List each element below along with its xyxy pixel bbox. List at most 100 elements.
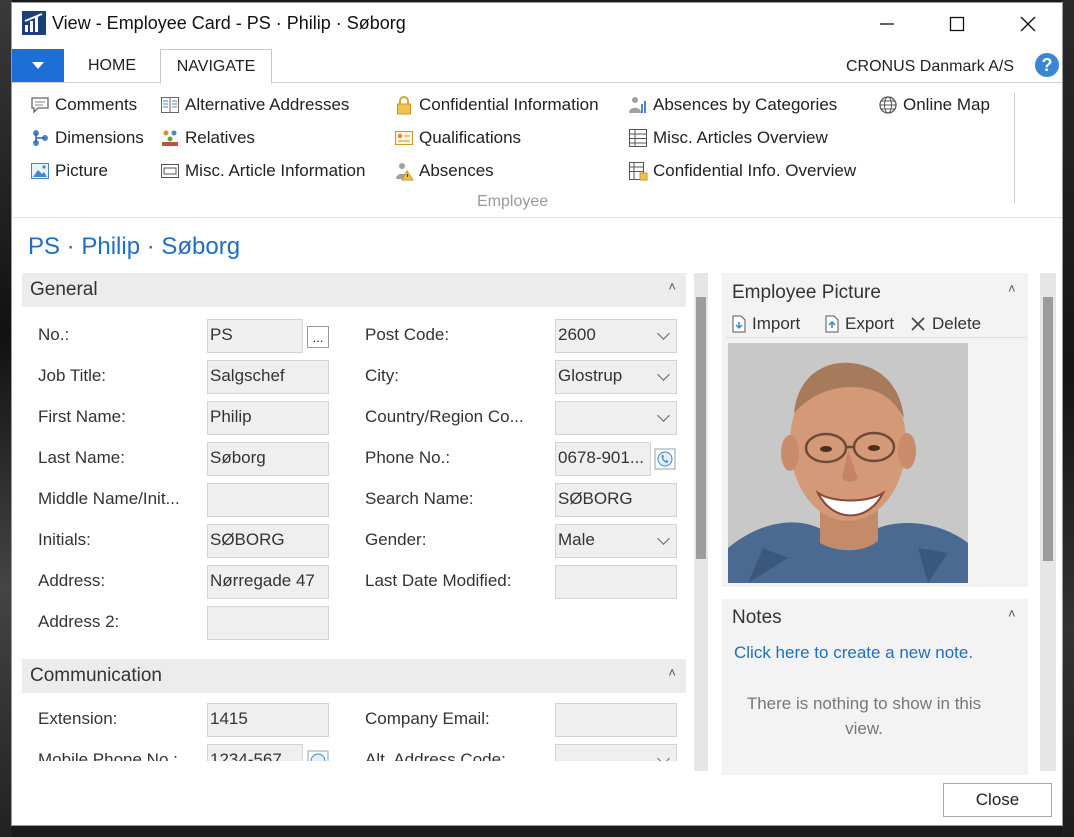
city-field[interactable]: Glostrup	[555, 360, 677, 394]
post-code-field[interactable]: 2600	[555, 319, 677, 353]
country-label: Country/Region Co...	[365, 407, 524, 426]
chevron-down-icon[interactable]	[657, 752, 670, 761]
tab-navigate[interactable]: NAVIGATE	[160, 49, 272, 84]
export-button[interactable]: Export	[823, 314, 894, 334]
gender-label: Gender:	[365, 530, 427, 549]
middle-name-label: Middle Name/Init...	[38, 489, 180, 508]
ribbon-misc-article-information[interactable]: Misc. Article Information	[160, 159, 365, 183]
ribbon-picture[interactable]: Picture	[30, 159, 108, 183]
ribbon-navigate: Comments Dimensions Picture Alternative …	[12, 83, 1062, 218]
communication-section-header[interactable]: Communication ˄	[22, 659, 686, 693]
chevron-down-icon[interactable]	[657, 327, 670, 340]
ribbon-absences[interactable]: Absences	[394, 159, 494, 183]
chevron-down-icon[interactable]	[657, 368, 670, 381]
ribbon-absences-by-categories-label: Absences by Categories	[653, 95, 838, 114]
ribbon-absences-label: Absences	[419, 161, 494, 180]
factbox-scrollbar[interactable]	[1040, 273, 1056, 771]
ribbon-group-label: Employee	[477, 193, 549, 210]
ribbon-absences-by-categories[interactable]: Absences by Categories	[628, 93, 837, 117]
company-email-field[interactable]	[555, 703, 677, 737]
close-button[interactable]: Close	[943, 783, 1052, 817]
create-note-link[interactable]: Click here to create a new note.	[734, 643, 973, 663]
ribbon-confidential-information-label: Confidential Information	[419, 95, 599, 114]
initials-label: Initials:	[38, 530, 91, 549]
maximize-button[interactable]	[934, 3, 980, 45]
absence-person-icon	[396, 163, 414, 181]
no-assist-button[interactable]: ...	[307, 326, 329, 348]
close-window-button[interactable]	[1005, 3, 1051, 45]
ribbon-online-map[interactable]: Online Map	[878, 93, 990, 117]
chevron-down-icon[interactable]	[657, 409, 670, 422]
gender-field[interactable]: Male	[555, 524, 677, 558]
collapse-icon[interactable]: ˄	[668, 665, 676, 680]
help-icon[interactable]: ?	[1035, 53, 1059, 77]
post-code-value: 2600	[558, 325, 596, 344]
page-title: PS · Philip · Søborg	[28, 233, 241, 260]
ribbon-relatives[interactable]: Relatives	[160, 126, 255, 150]
factbox-scrollbar-thumb[interactable]	[1043, 297, 1053, 561]
company-email-label: Company Email:	[365, 709, 490, 728]
last-date-modified-field	[555, 565, 677, 599]
dimensions-icon	[33, 130, 48, 146]
job-title-label: Job Title:	[38, 366, 107, 385]
export-label: Export	[845, 314, 895, 333]
mobile-call-icon[interactable]	[307, 750, 329, 761]
first-name-field[interactable]: Philip	[207, 401, 329, 435]
factbox-divider	[726, 337, 1026, 338]
address-2-field[interactable]	[207, 606, 329, 640]
job-title-field[interactable]: Salgschef	[207, 360, 329, 394]
general-section-header[interactable]: General ˄	[22, 273, 686, 307]
extension-field[interactable]: 1415	[207, 703, 329, 737]
confidential-overview-icon	[629, 162, 648, 181]
no-field[interactable]: PS	[207, 319, 303, 353]
window-title: View - Employee Card - PS · Philip · Søb…	[52, 13, 406, 33]
lock-icon	[397, 96, 411, 115]
notes-title: Notes	[732, 607, 782, 628]
phone-call-icon[interactable]	[654, 448, 676, 470]
address-label: Address:	[38, 571, 106, 590]
collapse-icon[interactable]: ˄	[668, 279, 676, 294]
ribbon-confidential-information[interactable]: Confidential Information	[394, 93, 599, 117]
gender-value: Male	[558, 530, 595, 549]
ribbon-separator	[1014, 93, 1015, 203]
last-date-modified-label: Last Date Modified:	[365, 571, 512, 590]
delete-button[interactable]: Delete	[910, 314, 981, 334]
ribbon-comments-label: Comments	[55, 95, 138, 114]
address-field[interactable]: Nørregade 47	[207, 565, 329, 599]
ribbon-confidential-info-overview[interactable]: Confidential Info. Overview	[628, 159, 856, 183]
mobile-phone-field[interactable]: 1234-567...	[207, 744, 303, 761]
notes-empty-message: There is nothing to show in this view.	[746, 694, 982, 738]
import-button[interactable]: Import	[730, 314, 800, 334]
ribbon-misc-article-information-label: Misc. Article Information	[185, 161, 366, 180]
country-field[interactable]	[555, 401, 677, 435]
phone-field[interactable]: 0678-901...	[555, 442, 651, 476]
initials-field[interactable]: SØBORG	[207, 524, 329, 558]
ribbon-dimensions[interactable]: Dimensions	[30, 126, 144, 150]
main-scrollbar-thumb[interactable]	[696, 297, 706, 559]
extension-label: Extension:	[38, 709, 118, 728]
alt-address-code-field[interactable]	[555, 744, 677, 761]
ribbon-comments[interactable]: Comments	[30, 93, 137, 117]
last-name-field[interactable]: Søborg	[207, 442, 329, 476]
ribbon-alternative-addresses-label: Alternative Addresses	[185, 95, 350, 114]
tab-home[interactable]: HOME	[72, 49, 152, 83]
communication-content: Extension: 1415 Mobile Phone No.: 1234-5…	[12, 695, 692, 761]
chevron-down-icon[interactable]	[657, 532, 670, 545]
search-name-field[interactable]: SØBORG	[555, 483, 677, 517]
background-right	[1062, 0, 1074, 837]
ribbon-qualifications[interactable]: Qualifications	[394, 126, 521, 150]
ribbon-alternative-addresses[interactable]: Alternative Addresses	[160, 93, 349, 117]
application-menu-button[interactable]	[12, 49, 64, 82]
comment-icon	[31, 97, 49, 114]
minimize-icon	[880, 23, 894, 25]
main-scrollbar[interactable]	[694, 273, 708, 771]
ribbon-online-map-label: Online Map	[903, 95, 990, 114]
import-icon	[732, 315, 746, 333]
minimize-button[interactable]	[864, 3, 910, 45]
middle-name-field[interactable]	[207, 483, 329, 517]
relatives-icon	[162, 130, 178, 146]
first-name-label: First Name:	[38, 407, 126, 426]
certificate-icon	[395, 131, 413, 145]
export-icon	[825, 315, 839, 333]
ribbon-misc-articles-overview[interactable]: Misc. Articles Overview	[628, 126, 828, 150]
